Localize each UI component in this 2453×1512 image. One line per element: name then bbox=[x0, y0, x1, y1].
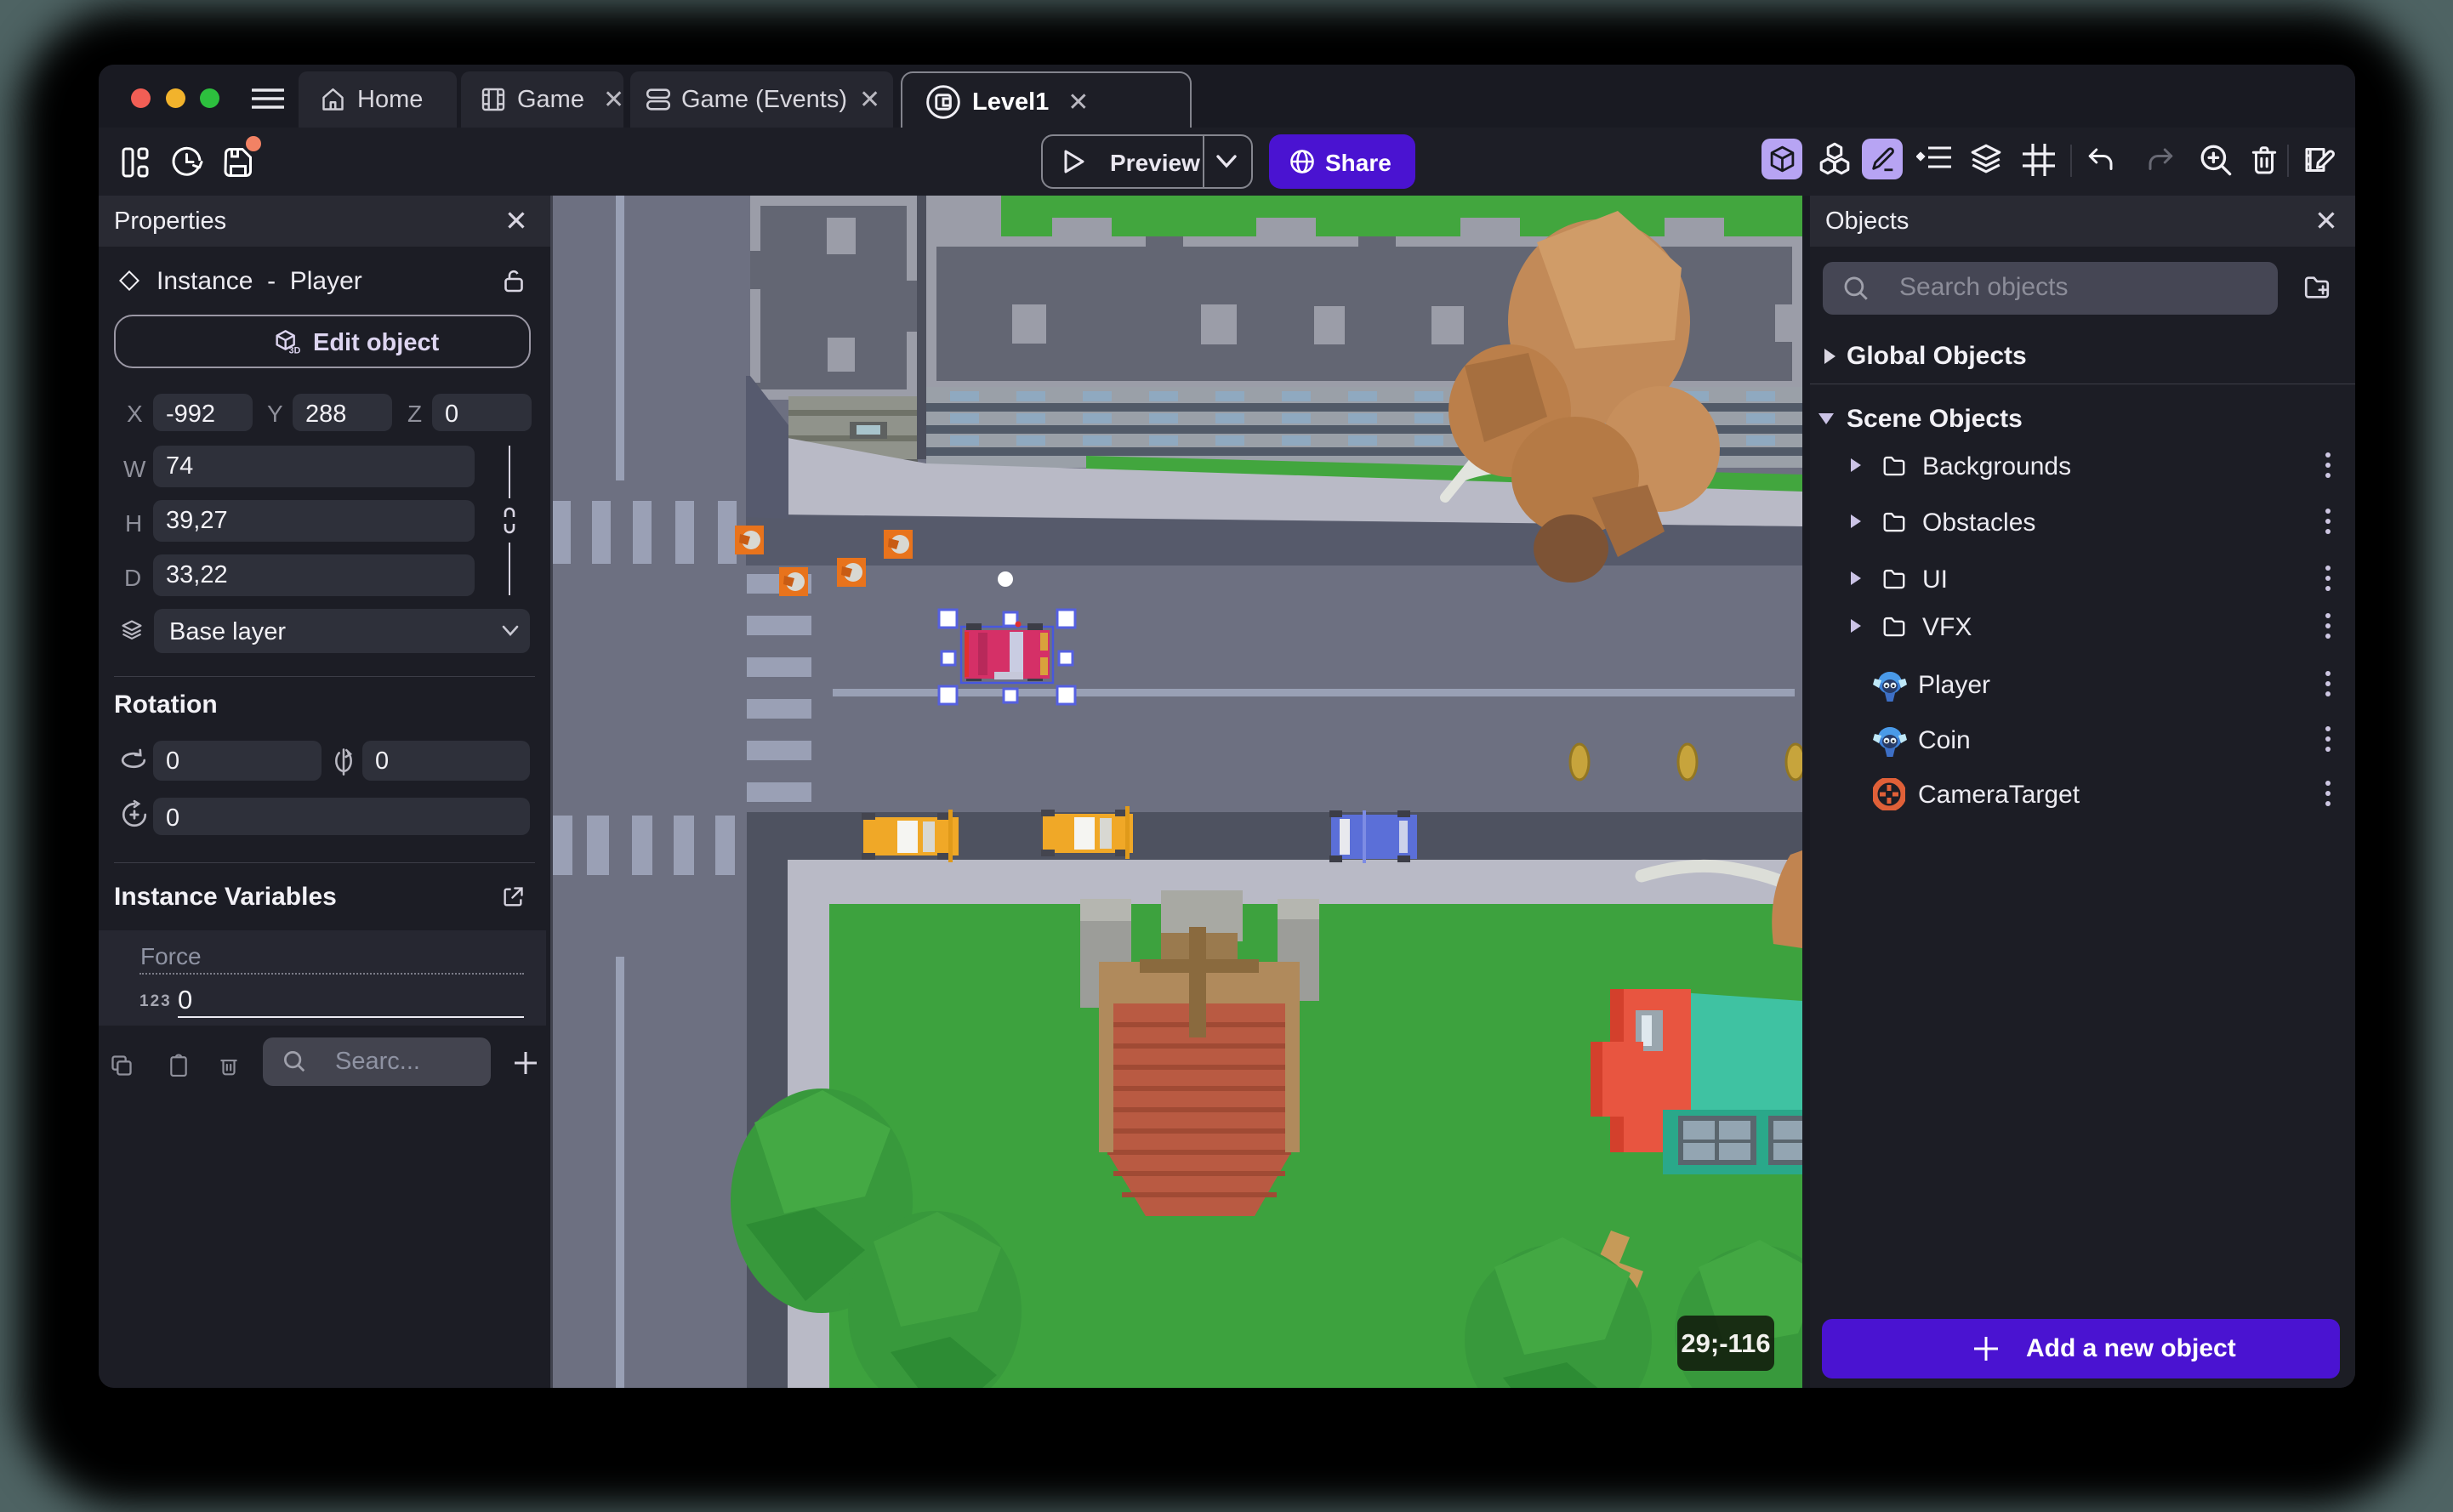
svg-text:29;-116: 29;-116 bbox=[1681, 1328, 1770, 1358]
svg-text:3D: 3D bbox=[289, 345, 300, 355]
